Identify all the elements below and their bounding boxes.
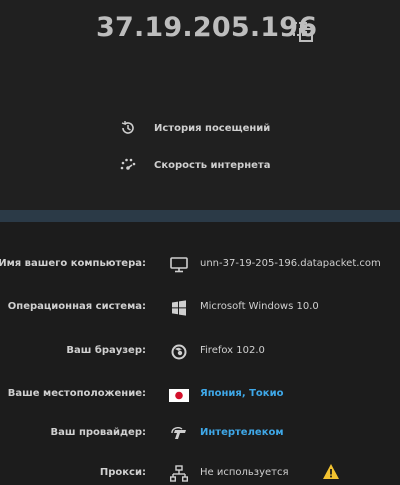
history-link-label: История посещений	[154, 122, 271, 134]
info-row-provider: Ваш провайдер: Интертелеком	[0, 423, 400, 445]
ip-header-section: 37.19.205.196 История посещений Скорость…	[0, 0, 400, 210]
info-row-proxy: Прокси: Не используется	[0, 463, 400, 485]
windows-icon	[168, 297, 190, 319]
computer-name-label: Имя вашего компьютера:	[0, 258, 146, 269]
ip-address[interactable]: 37.19.205.196	[96, 12, 317, 43]
proxy-value: Не используется	[200, 467, 289, 478]
history-icon	[119, 119, 137, 137]
info-row-browser: Ваш браузер: Firefox 102.0	[0, 341, 400, 363]
provider-label: Ваш провайдер:	[50, 427, 146, 438]
japan-flag-icon	[168, 384, 190, 406]
network-icon	[168, 463, 190, 485]
copy-icon[interactable]	[292, 21, 314, 43]
history-link[interactable]: История посещений	[119, 118, 270, 138]
speedometer-icon	[119, 156, 137, 174]
section-divider	[0, 210, 400, 222]
monitor-icon	[168, 254, 190, 276]
speedtest-link-label: Скорость интернета	[154, 159, 271, 171]
info-row-location: Ваше местоположение: Япония, Токио	[0, 384, 400, 406]
os-label: Операционная система:	[7, 301, 146, 312]
connection-info-panel: Имя вашего компьютера: unn-37-19-205-196…	[0, 222, 400, 485]
os-value: Microsoft Windows 10.0	[200, 301, 319, 312]
location-value[interactable]: Япония, Токио	[200, 388, 283, 399]
browser-label: Ваш браузер:	[66, 345, 146, 356]
intertelecom-logo-icon	[168, 423, 190, 445]
location-label: Ваше местоположение:	[7, 388, 146, 399]
browser-value: Firefox 102.0	[200, 345, 265, 356]
firefox-icon	[168, 341, 190, 363]
info-row-computer-name: Имя вашего компьютера: unn-37-19-205-196…	[0, 254, 400, 276]
ip-address-row: 37.19.205.196	[0, 12, 400, 52]
provider-value[interactable]: Интертелеком	[200, 427, 284, 438]
proxy-label: Прокси:	[99, 467, 146, 478]
speedtest-link[interactable]: Скорость интернета	[119, 155, 270, 175]
info-row-os: Операционная система: Microsoft Windows …	[0, 297, 400, 319]
computer-name-value: unn-37-19-205-196.datapacket.com	[200, 258, 381, 269]
warning-icon[interactable]	[322, 463, 340, 481]
